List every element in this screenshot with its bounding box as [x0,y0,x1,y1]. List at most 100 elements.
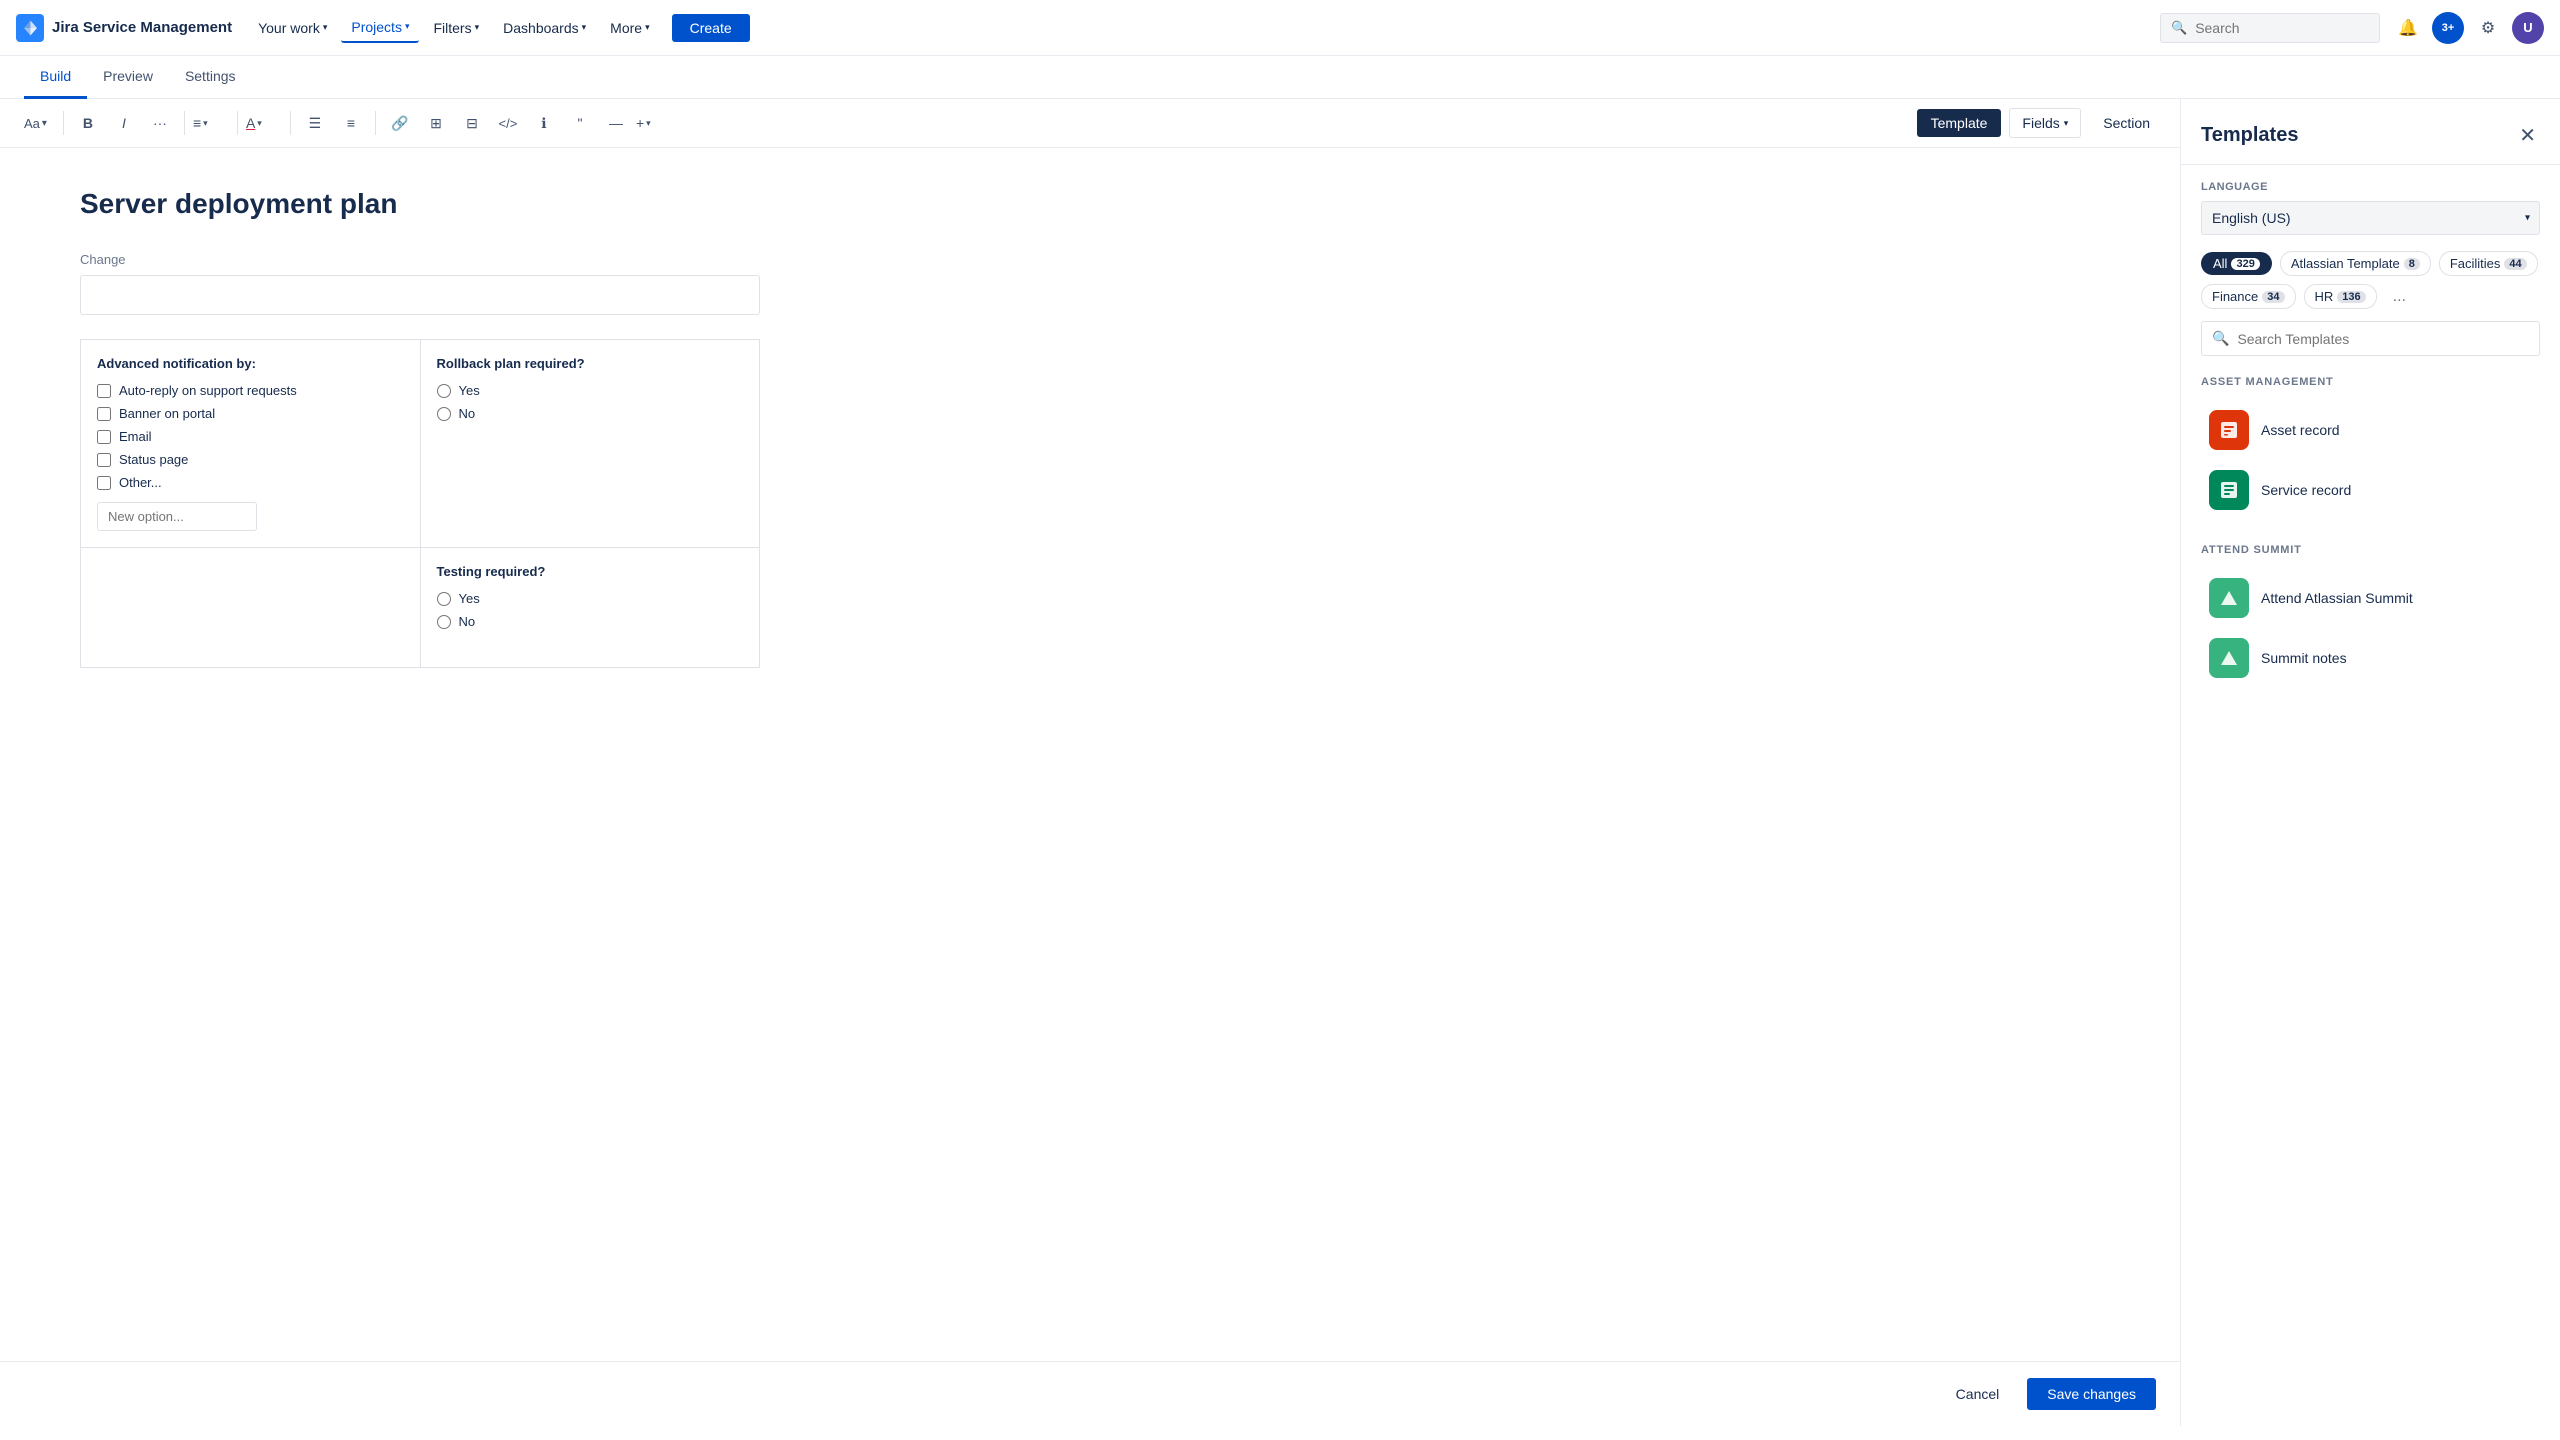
italic-button[interactable]: I [108,107,140,139]
search-bar: 🔍 [2160,13,2380,43]
chevron-down-icon: ▾ [645,22,650,33]
checkbox-status[interactable]: Status page [97,452,404,467]
asset-record-icon [2209,410,2249,450]
nav-item-more[interactable]: More ▾ [600,14,659,42]
content-table: Advanced notification by: Auto-reply on … [80,339,760,668]
attend-summit-icon [2209,578,2249,618]
editor-content: Server deployment plan Change Advanced n… [0,148,2180,1361]
horizontal-rule-button[interactable]: — [600,107,632,139]
chip-atlassian[interactable]: Atlassian Template 8 [2280,251,2431,276]
nav-item-your-work[interactable]: Your work ▾ [248,14,337,42]
bullet-list-button[interactable]: ☰ [299,107,331,139]
chip-all[interactable]: All 329 [2201,252,2272,275]
service-record-icon [2209,470,2249,510]
chip-more[interactable]: ... [2385,285,2414,309]
jira-logo-icon [16,14,44,42]
category-label: ASSET MANAGEMENT [2201,376,2540,388]
cancel-button[interactable]: Cancel [1940,1378,2016,1410]
language-label: LANGUAGE [2201,181,2540,193]
numbered-list-button[interactable]: ≡ [335,107,367,139]
logo-link[interactable]: Jira Service Management [16,14,232,42]
change-input[interactable] [80,275,760,315]
language-select[interactable]: English (US) French German Spanish Japan… [2201,201,2540,235]
insert-button[interactable]: + ▾ [636,107,672,139]
nav-item-dashboards[interactable]: Dashboards ▾ [493,14,596,42]
chip-facilities[interactable]: Facilities 44 [2439,251,2538,276]
more-text-button[interactable]: ··· [144,107,176,139]
align-button[interactable]: ≡ ▾ [193,107,229,139]
templates-panel-header: Templates ✕ [2181,99,2560,165]
checkbox-auto-reply[interactable]: Auto-reply on support requests [97,383,404,398]
search-input[interactable] [2195,20,2345,36]
summit-notes-name: Summit notes [2261,650,2347,666]
toolbar-divider-2 [184,111,185,135]
columns-button[interactable]: ⊟ [456,107,488,139]
fields-button[interactable]: Fields ▾ [2009,108,2081,138]
radio-testing-yes[interactable]: Yes [437,591,744,606]
gear-icon: ⚙ [2481,18,2495,38]
toolbar-divider [63,111,64,135]
chip-count: 136 [2337,291,2365,303]
tab-settings[interactable]: Settings [169,56,252,99]
change-label: Change [80,252,2100,267]
tab-preview[interactable]: Preview [87,56,169,99]
document-title: Server deployment plan [80,188,2100,220]
toolbar: Aa ▾ B I ··· ≡ ▾ A ▾ ☰ ≡ [0,99,2180,148]
tab-build[interactable]: Build [24,56,87,99]
summit-notes-icon [2209,638,2249,678]
template-button[interactable]: Template [1917,109,2002,137]
change-field: Change [80,252,2100,315]
templates-panel-body: LANGUAGE English (US) French German Span… [2181,165,2560,1426]
notifications-button[interactable]: 🔔 [2392,12,2424,44]
search-templates-icon: 🔍 [2212,330,2229,347]
template-item-service-record[interactable]: Service record [2201,460,2540,520]
chevron-down-icon: ▾ [582,22,587,33]
text-color-button[interactable]: A ▾ [246,107,282,139]
avatar[interactable]: U [2512,12,2544,44]
service-record-name: Service record [2261,482,2351,498]
checkbox-other[interactable]: Other... [97,475,404,490]
radio-rollback-no[interactable]: No [437,406,744,421]
template-item-summit-notes[interactable]: Summit notes [2201,628,2540,688]
chip-hr[interactable]: HR 136 [2304,284,2377,309]
create-button[interactable]: Create [672,14,750,42]
save-changes-button[interactable]: Save changes [2027,1378,2156,1410]
search-templates-input[interactable] [2237,331,2529,347]
settings-button[interactable]: ⚙ [2472,12,2504,44]
checkbox-email[interactable]: Email [97,429,404,444]
bold-button[interactable]: B [72,107,104,139]
new-option-input[interactable] [97,502,257,531]
template-item-attend-summit[interactable]: Attend Atlassian Summit [2201,568,2540,628]
checkbox-banner[interactable]: Banner on portal [97,406,404,421]
link-button[interactable]: 🔗 [384,107,416,139]
chip-count: 34 [2262,291,2284,303]
font-size-button[interactable]: Aa ▾ [16,112,55,135]
radio-testing-no[interactable]: No [437,614,744,629]
help-button[interactable]: 3+ [2432,12,2464,44]
section-button[interactable]: Section [2089,109,2164,137]
chip-finance[interactable]: Finance 34 [2201,284,2296,309]
close-panel-button[interactable]: ✕ [2515,119,2540,152]
templates-panel-title: Templates [2201,124,2298,147]
chevron-down-icon: ▾ [323,22,328,33]
nav-item-filters[interactable]: Filters ▾ [423,14,489,42]
info-button[interactable]: ℹ [528,107,560,139]
chevron-down-icon: ▾ [475,22,480,33]
filter-chips: All 329 Atlassian Template 8 Facilities … [2201,251,2540,309]
attend-summit-label: ATTEND SUMMIT [2201,544,2540,556]
toolbar-divider-4 [290,111,291,135]
nav-item-projects[interactable]: Projects ▾ [341,13,419,43]
template-item-asset-record[interactable]: Asset record [2201,400,2540,460]
search-templates: 🔍 [2201,321,2540,356]
search-icon: 🔍 [2171,20,2187,36]
testing-cell: Testing required? Yes No [420,548,760,668]
close-icon: ✕ [2519,123,2536,148]
code-button[interactable]: </> [492,107,524,139]
templates-panel: Templates ✕ LANGUAGE English (US) French… [2180,99,2560,1426]
rollback-cell: Rollback plan required? Yes No [420,340,760,548]
quote-button[interactable]: " [564,107,596,139]
radio-rollback-yes[interactable]: Yes [437,383,744,398]
editor-layout: Aa ▾ B I ··· ≡ ▾ A ▾ ☰ ≡ [0,99,2560,1426]
bell-icon: 🔔 [2398,18,2418,38]
table-button[interactable]: ⊞ [420,107,452,139]
